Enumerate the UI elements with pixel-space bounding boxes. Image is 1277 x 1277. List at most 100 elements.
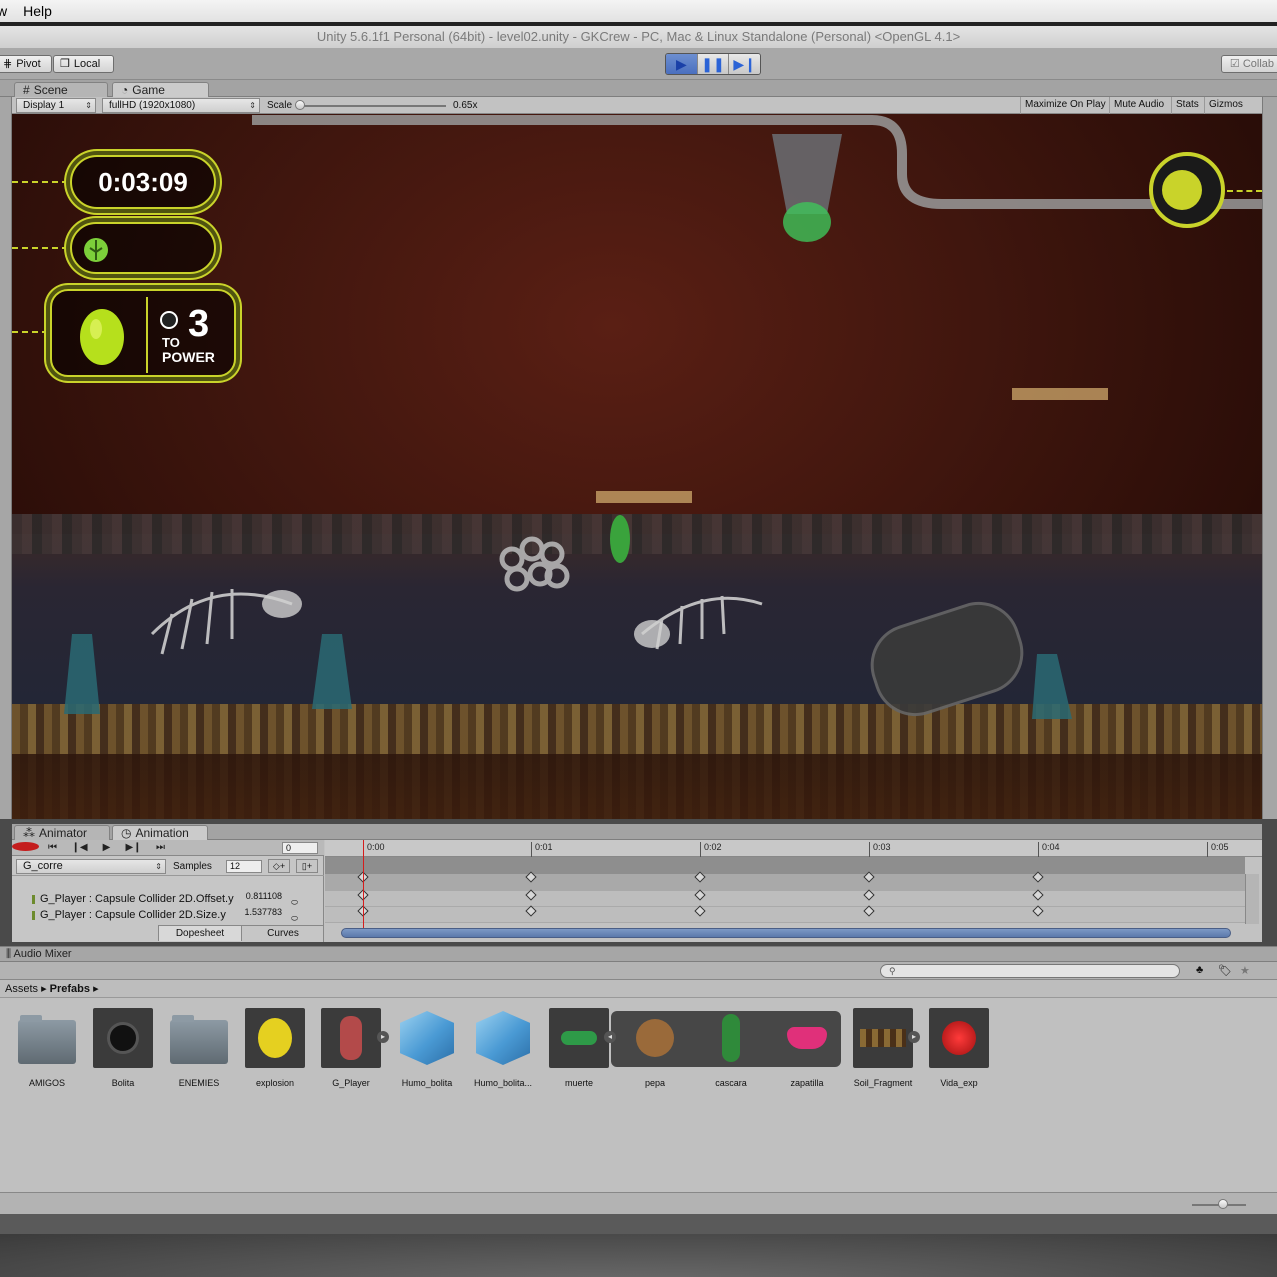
dopesheet-tab[interactable]: Dopesheet [158,926,241,941]
right-panel-edge [1262,97,1277,819]
animation-panel: ⏮ ❙◀ ▶ ▶❙ ⏭ 0 G_corre Samples 12 ◇+ ▯+ G… [12,840,1262,942]
play-icon: ▶ [675,55,687,72]
asset-label: Soil_Fragment [853,1078,913,1088]
filter-by-type-icon[interactable]: ♣ [1196,964,1203,976]
add-event-button[interactable]: ▯+ [296,859,318,873]
record-icon [12,841,39,851]
explosion-thumbnail [245,1008,305,1068]
record-button[interactable] [12,841,39,854]
add-keyframe-button[interactable]: ◇+ [268,859,290,873]
asset-item[interactable]: AMIGOS [12,1008,82,1088]
resolution-dropdown[interactable]: fullHD (1920x1080) [102,98,260,113]
local-label: Local [73,58,101,70]
mixer-icon: ⫼ [6,948,14,960]
property-value[interactable]: 0.811108 [246,888,282,904]
keyframe-row-size [325,907,1245,923]
desktop-background [0,1214,1277,1277]
filter-by-label-icon[interactable]: 🏷 [1218,964,1232,977]
breadcrumb-arrow-icon: ▸ [41,983,50,995]
asset-item[interactable]: Vida_exp [924,1008,994,1088]
hud-power-panel: TO 3 POWER [50,289,236,377]
playhead[interactable] [363,840,364,930]
collab-button[interactable]: ☑ Collab [1220,55,1277,73]
step-icon: ▶❙ [733,55,756,72]
curves-tab[interactable]: Curves [241,926,324,941]
favorite-star-icon[interactable]: ★ [1240,964,1250,977]
collab-label: Collab [1242,58,1274,70]
game-viewport[interactable]: 0:03:09 TO 3 POWER [12,114,1262,819]
asset-label: Bolita [111,1078,135,1088]
asset-item[interactable]: ENEMIES [164,1008,234,1088]
property-value[interactable]: 1.537783 [244,904,282,920]
tab-scene[interactable]: # Scene [14,82,108,98]
display-dropdown[interactable]: Display 1 [16,98,96,113]
icon-size-slider-handle[interactable] [1218,1199,1228,1209]
asset-label: G_Player [332,1078,370,1088]
first-key-button[interactable]: ⏮ [39,842,66,853]
cube-prefab-icon [400,1011,454,1065]
collapse-arrow-icon[interactable]: ◂ [604,1031,616,1043]
prev-key-button[interactable]: ❙◀ [66,842,93,853]
asset-label: zapatilla [790,1078,824,1088]
frame-input[interactable]: 0 [282,842,318,854]
asset-item[interactable]: Humo_bolita... [468,1008,538,1088]
property-row-size[interactable]: G_Player : Capsule Collider 2D.Size.y 1.… [12,907,312,923]
clip-dropdown[interactable]: G_corre [16,859,166,874]
asset-item[interactable]: muerte [544,1008,614,1088]
vida-exp-thumbnail [929,1008,989,1068]
stats-toggle[interactable]: Stats [1171,97,1203,114]
power-to-label: TO [162,335,180,350]
asset-item[interactable]: Bolita [88,1008,158,1088]
gizmos-dropdown[interactable]: Gizmos [1204,97,1247,114]
asset-item[interactable]: explosion [240,1008,310,1088]
next-key-button[interactable]: ▶❙ [120,842,147,853]
step-button[interactable]: ▶❙ [729,54,760,74]
expand-arrow-icon[interactable]: ▸ [908,1031,920,1043]
pivot-button[interactable]: ⋕ Pivot [0,55,52,73]
dopesheet-timeline[interactable]: 0:00 0:01 0:02 0:03 0:04 0:05 [325,840,1262,942]
time-tick: 0:05 [1207,842,1229,857]
asset-item[interactable]: G_Player [316,1008,386,1088]
time-ruler[interactable]: 0:00 0:01 0:02 0:03 0:04 0:05 [325,840,1262,857]
menu-bar: w Help [0,0,1277,22]
samples-input[interactable]: 12 [226,860,262,873]
scale-slider-handle[interactable] [295,100,305,110]
pause-button[interactable]: ❚❚ [697,54,730,74]
asset-item[interactable]: pepa [620,1008,690,1088]
asset-item[interactable]: zapatilla [772,1008,842,1088]
tab-game[interactable]: ◔ Game [112,82,209,98]
maximize-on-play-toggle[interactable]: Maximize On Play [1020,97,1110,114]
asset-item[interactable]: cascara [696,1008,766,1088]
time-tick: 0:01 [531,842,553,857]
hud-guide-power [12,331,48,333]
timeline-scrollbar[interactable] [341,928,1231,938]
tab-game-label: Game [132,83,165,97]
expand-arrow-icon[interactable]: ▸ [377,1031,389,1043]
scale-slider-track[interactable] [300,105,446,107]
cube-prefab-icon [476,1011,530,1065]
breadcrumb-prefabs[interactable]: Prefabs [50,983,90,995]
local-button[interactable]: ❒ Local [53,55,114,73]
menu-window[interactable]: w [0,3,15,19]
pacman-icon: ◔ [121,83,129,97]
hud-divider [146,297,148,373]
audio-mixer-label: Audio Mixer [13,948,72,960]
last-key-button[interactable]: ⏭ [147,842,174,853]
playback-controls: ▶ ❚❚ ▶❙ [665,53,761,75]
breadcrumb-assets[interactable]: Assets [5,983,38,995]
scale-value: 0.65x [453,100,478,111]
menu-help[interactable]: Help [15,3,60,19]
property-scrollbar[interactable] [1245,874,1259,924]
anim-play-button[interactable]: ▶ [93,842,120,853]
breadcrumb-arrow-icon: ▸ [93,983,99,995]
game-view-toolbar: Display 1 fullHD (1920x1080) Scale 0.65x… [12,97,1262,114]
asset-item[interactable]: Soil_Fragment [848,1008,918,1088]
main-toolbar: ⋕ Pivot ❒ Local [0,48,1277,80]
mute-audio-toggle[interactable]: Mute Audio [1109,97,1168,114]
audio-mixer-tab[interactable]: ⫼ Audio Mixer [0,946,1277,962]
asset-item[interactable]: Humo_bolita [392,1008,462,1088]
tab-animator[interactable]: ⁂ Animator [14,825,110,841]
tab-animation[interactable]: ◷ Animation [112,825,208,841]
project-search-input[interactable]: ⚲ [880,964,1180,978]
play-button[interactable]: ▶ [666,54,698,74]
